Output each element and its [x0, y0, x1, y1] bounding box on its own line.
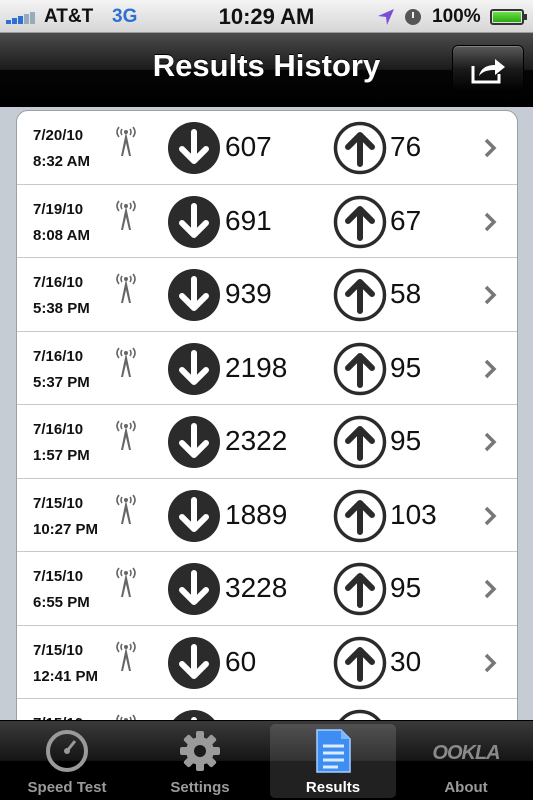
alarm-clock-icon: [405, 9, 421, 25]
chevron-right-icon: [483, 431, 497, 453]
result-time: 12:41 PM: [33, 667, 99, 685]
chevron-right-icon: [483, 284, 497, 306]
result-row[interactable]: 7/15/10: [17, 699, 517, 720]
upload-arrow-icon: [333, 709, 387, 720]
upload-arrow-icon: [333, 636, 387, 690]
result-time: 6:55 PM: [33, 594, 90, 611]
result-row[interactable]: 7/19/10 8:08 AM 691 67: [17, 185, 517, 258]
download-speed: 2198: [225, 351, 288, 383]
upload-arrow-icon: [333, 415, 387, 469]
result-date: 7/15/10: [33, 641, 84, 659]
chevron-right-icon: [483, 505, 497, 527]
cell-tower-icon: [114, 564, 138, 598]
download-speed: 60: [225, 645, 257, 677]
result-row[interactable]: 7/20/10 8:32 AM 607 76: [17, 111, 517, 185]
result-date: 7/16/10: [33, 347, 84, 365]
download-arrow-icon: [167, 709, 221, 720]
result-date: 7/16/10: [33, 274, 84, 291]
chevron-right-icon: [483, 652, 497, 674]
download-arrow-icon: [167, 415, 221, 469]
upload-arrow-icon: [333, 489, 387, 543]
speedometer-icon: [46, 730, 88, 772]
cell-tower-icon: [114, 123, 138, 157]
result-row[interactable]: 7/15/10 12:41 PM 60 30: [17, 626, 517, 699]
upload-arrow-icon: [333, 121, 387, 175]
share-arrow-icon: [471, 59, 505, 84]
result-date: 7/15/10: [33, 494, 84, 512]
upload-speed: 30: [390, 645, 422, 677]
result-time: 5:38 PM: [33, 300, 90, 317]
upload-speed: 67: [390, 204, 422, 236]
tab-label-settings: Settings: [170, 779, 230, 796]
upload-speed: 103: [390, 498, 437, 530]
cell-tower-icon: [114, 197, 138, 231]
result-row[interactable]: 7/16/10 5:37 PM 2198 95: [17, 332, 517, 405]
upload-speed: 58: [390, 278, 422, 309]
download-arrow-icon: [167, 342, 221, 396]
upload-arrow-icon: [333, 562, 387, 616]
status-bar: AT&T 3G 10:29 AM 100%: [0, 0, 533, 33]
upload-speed: 95: [390, 351, 422, 383]
location-arrow-icon: [378, 9, 394, 25]
tab-settings[interactable]: Settings: [137, 724, 263, 798]
tab-label-speed-test: Speed Test: [27, 779, 107, 796]
tab-about[interactable]: OOKLA About: [403, 724, 529, 798]
chevron-right-icon: [483, 358, 497, 380]
result-time: 10:27 PM: [33, 520, 99, 538]
cell-tower-icon: [114, 638, 138, 672]
gear-icon: [180, 731, 220, 771]
upload-arrow-icon: [333, 342, 387, 396]
download-arrow-icon: [167, 195, 221, 249]
download-speed: 2322: [225, 425, 288, 456]
cell-tower-icon: [114, 491, 138, 525]
results-table: 7/20/10 8:32 AM 607 76 7/19/10 8:08 AM 691 67 7/…: [16, 110, 518, 720]
result-date: 7/16/10: [33, 421, 84, 438]
tab-speed-test[interactable]: Speed Test: [4, 724, 130, 798]
cell-tower-icon: [114, 711, 138, 720]
ookla-logo-icon: OOKLA: [432, 742, 500, 764]
chevron-right-icon: [483, 137, 497, 159]
result-time: 1:57 PM: [33, 447, 90, 464]
result-row[interactable]: 7/15/10 6:55 PM 3228 95: [17, 552, 517, 626]
navigation-bar: Results History: [0, 33, 533, 107]
result-time: 5:37 PM: [33, 373, 90, 391]
result-date: 7/19/10: [33, 200, 84, 218]
download-arrow-icon: [167, 636, 221, 690]
download-speed: 3228: [225, 572, 288, 603]
download-speed: 1889: [225, 498, 288, 530]
chevron-right-icon: [483, 578, 497, 600]
upload-speed: 95: [390, 425, 422, 456]
battery-percent: 100%: [432, 6, 481, 27]
tab-label-about: About: [444, 779, 488, 796]
download-speed: 691: [225, 204, 272, 236]
download-arrow-icon: [167, 562, 221, 616]
download-speed: 607: [225, 131, 272, 162]
upload-speed: 95: [390, 572, 422, 603]
chevron-right-icon: [483, 211, 497, 233]
upload-arrow-icon: [333, 268, 387, 322]
cell-tower-icon: [114, 417, 138, 451]
download-arrow-icon: [167, 489, 221, 543]
upload-arrow-icon: [333, 195, 387, 249]
result-date: 7/20/10: [33, 127, 84, 144]
tab-label-results: Results: [305, 779, 361, 796]
result-time: 8:08 AM: [33, 226, 90, 244]
result-date: 7/15/10: [33, 568, 84, 585]
result-row[interactable]: 7/16/10 1:57 PM 2322 95: [17, 405, 517, 479]
battery-icon: [490, 9, 527, 25]
cell-tower-icon: [114, 270, 138, 304]
cell-tower-icon: [114, 344, 138, 378]
upload-speed: 76: [390, 131, 422, 162]
download-speed: 939: [225, 278, 272, 309]
result-row[interactable]: 7/15/10 10:27 PM 1889 103: [17, 479, 517, 552]
result-row[interactable]: 7/16/10 5:38 PM 939 58: [17, 258, 517, 332]
document-icon: [316, 729, 351, 773]
download-arrow-icon: [167, 268, 221, 322]
share-button[interactable]: [452, 45, 524, 93]
tab-results[interactable]: Results: [270, 724, 396, 798]
results-list-area[interactable]: 7/20/10 8:32 AM 607 76 7/19/10 8:08 AM 691 67 7/…: [0, 107, 533, 720]
result-time: 8:32 AM: [33, 153, 90, 170]
download-arrow-icon: [167, 121, 221, 175]
tab-bar: Speed Test Settings Results OOKLA About: [0, 720, 533, 800]
